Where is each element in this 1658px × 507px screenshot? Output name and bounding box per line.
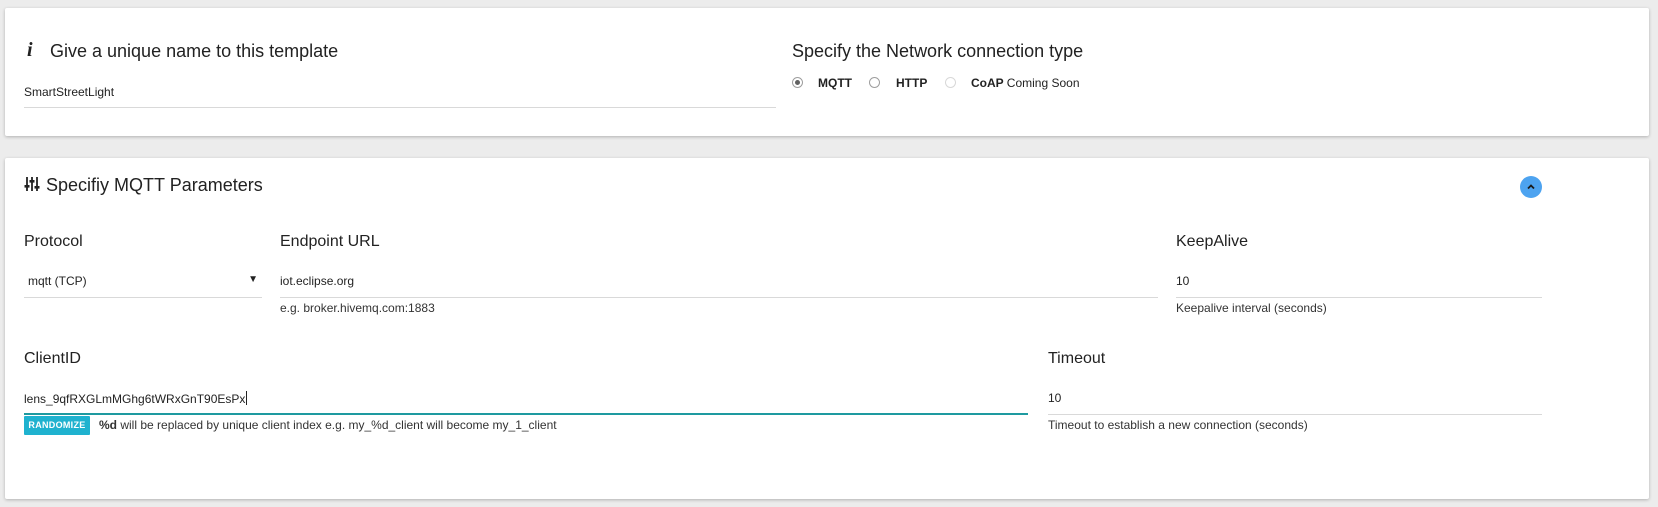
template-card: i Give a unique name to this template Sm… [5, 8, 1649, 136]
keepalive-input[interactable]: 10 [1176, 274, 1542, 294]
clientid-label: ClientID [24, 350, 81, 367]
clientid-helper-text: will be replaced by unique client index … [120, 418, 557, 432]
mqtt-parameters-card: Specifiy MQTT Parameters Protocol mqtt (… [5, 158, 1649, 499]
network-type-title: Specify the Network connection type [792, 41, 1084, 61]
radio-mqtt[interactable] [792, 77, 803, 88]
sliders-icon [24, 177, 40, 191]
clientid-helper-bold: %d [99, 418, 117, 432]
clientid-input[interactable]: lens_9qfRXGLmMGhg6tWRxGnT90EsPx [24, 391, 1028, 411]
endpoint-url-underline [280, 297, 1158, 298]
protocol-label: Protocol [24, 233, 83, 250]
chevron-up-icon [1527, 184, 1535, 190]
timeout-label: Timeout [1048, 350, 1106, 367]
protocol-select[interactable]: mqtt (TCP) ▼ [24, 272, 262, 294]
clientid-underline [24, 413, 1028, 415]
radio-coap [945, 77, 956, 88]
coap-label: CoAP [971, 76, 1004, 90]
template-name-underline [24, 107, 776, 108]
protocol-underline [24, 297, 262, 298]
radio-mqtt-label[interactable]: MQTT [818, 76, 852, 90]
text-cursor [246, 391, 248, 405]
mqtt-parameters-title: Specifiy MQTT Parameters [46, 175, 263, 195]
keepalive-helper: Keepalive interval (seconds) [1176, 301, 1327, 315]
endpoint-url-label: Endpoint URL [280, 233, 380, 250]
protocol-select-value: mqtt (TCP) [28, 274, 87, 288]
template-name-title: Give a unique name to this template [50, 41, 339, 61]
endpoint-url-helper: e.g. broker.hivemq.com:1883 [280, 301, 435, 315]
radio-coap-label: CoAP Coming Soon [971, 76, 1080, 90]
template-name-input[interactable]: SmartStreetLight [24, 85, 776, 105]
collapse-button[interactable] [1520, 176, 1542, 198]
keepalive-label: KeepAlive [1176, 233, 1249, 250]
timeout-helper: Timeout to establish a new connection (s… [1048, 418, 1308, 432]
info-icon: i [27, 39, 33, 61]
keepalive-underline [1176, 297, 1542, 298]
radio-http[interactable] [869, 77, 880, 88]
timeout-underline [1048, 414, 1542, 415]
caret-down-icon: ▼ [248, 274, 258, 285]
clientid-helper: %d will be replaced by unique client ind… [99, 418, 557, 432]
endpoint-url-input[interactable]: iot.eclipse.org [280, 274, 1158, 294]
clientid-value: lens_9qfRXGLmMGhg6tWRxGnT90EsPx [24, 392, 246, 406]
coming-soon-label: Coming Soon [1006, 76, 1080, 90]
timeout-input[interactable]: 10 [1048, 391, 1542, 411]
randomize-button[interactable]: RANDOMIZE [24, 416, 90, 435]
radio-http-label[interactable]: HTTP [896, 76, 927, 90]
